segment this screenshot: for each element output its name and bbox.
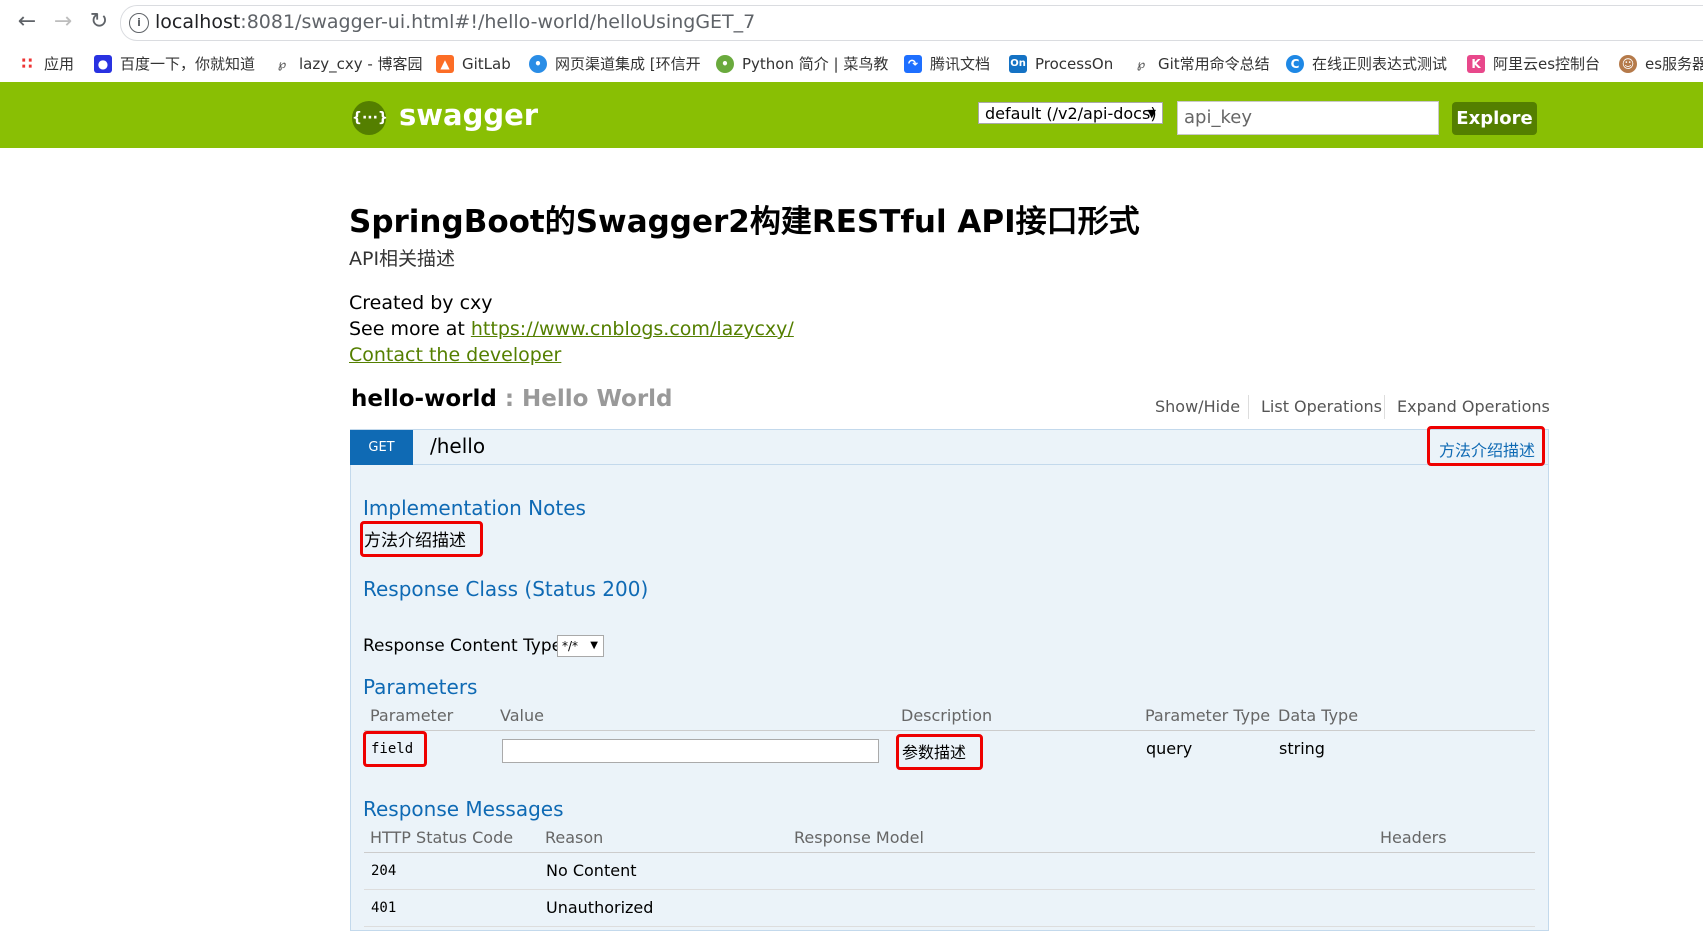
swagger-logo-text[interactable]: swagger	[399, 98, 538, 132]
explore-button[interactable]: Explore	[1452, 102, 1537, 135]
highlight-box	[1427, 426, 1545, 466]
param-header-description: Description	[901, 706, 993, 725]
response-header-reason: Reason	[545, 828, 604, 847]
bookmark-processon[interactable]: On ProcessOn	[1009, 54, 1113, 74]
bookmark-regex[interactable]: C 在线正则表达式测试	[1286, 54, 1447, 74]
implementation-notes-heading: Implementation Notes	[363, 496, 586, 520]
response-header-status-code: HTTP Status Code	[370, 828, 514, 847]
regex-tool-icon: C	[1286, 55, 1304, 73]
bookmark-cnblogs[interactable]: ℘ lazy_cxy - 博客园	[273, 54, 423, 74]
bookmark-huanxin[interactable]: • 网页渠道集成 [环信开	[529, 54, 701, 74]
info-icon[interactable]: i	[129, 13, 149, 33]
bookmarks-bar: ∷ 应用 ● 百度一下，你就知道 ℘ lazy_cxy - 博客园 ▲ GitLab •…	[0, 44, 1703, 83]
back-icon[interactable]: ←	[12, 8, 42, 36]
runoob-icon: •	[716, 55, 734, 73]
see-more: See more at https://www.cnblogs.com/lazy…	[349, 318, 794, 340]
show-hide-link[interactable]: Show/Hide	[1155, 397, 1240, 416]
divider	[364, 730, 1535, 731]
dropdown-arrow-icon: ▼	[1147, 107, 1156, 120]
created-by: Created by cxy	[349, 292, 493, 314]
divider	[1384, 395, 1385, 419]
reload-icon[interactable]: ↻	[84, 8, 114, 36]
response-header-model: Response Model	[794, 828, 924, 847]
swagger-logo-icon[interactable]: {···}	[352, 101, 388, 135]
resource-description: Hello World	[522, 386, 673, 412]
browser-toolbar: ← → ↻ i localhost:8081/swagger-ui.html#!…	[0, 0, 1703, 45]
api-key-input[interactable]: api_key	[1177, 101, 1439, 135]
api-description: API相关描述	[349, 248, 456, 270]
globe-icon: •	[529, 55, 547, 73]
divider	[1248, 395, 1249, 419]
http-method-badge[interactable]: GET	[350, 430, 413, 465]
bookmark-apps[interactable]: ∷ 应用	[18, 54, 74, 74]
operation-heading[interactable]	[350, 429, 1549, 465]
response-header-headers: Headers	[1380, 828, 1447, 847]
response-content-type-label: Response Content Type	[363, 636, 563, 656]
address-bar[interactable]: i localhost:8081/swagger-ui.html#!/hello…	[120, 5, 1703, 41]
spec-select[interactable]: default (/v2/api-docs) ▼	[978, 102, 1163, 124]
contact-developer-link[interactable]: Contact the developer	[349, 344, 561, 366]
param-header-parameter: Parameter	[370, 706, 454, 725]
divider	[364, 852, 1535, 853]
swagger-header: {···} swagger default (/v2/api-docs) ▼ ap…	[0, 82, 1703, 148]
processon-icon: On	[1009, 55, 1027, 73]
avatar-icon: ☺	[1619, 55, 1637, 73]
response-content-type-select[interactable]: */* ▼	[557, 635, 604, 657]
param-data-type: string	[1279, 739, 1325, 758]
highlight-box	[896, 734, 983, 770]
response-code: 204	[371, 863, 397, 879]
kibana-icon: K	[1467, 55, 1485, 73]
page-title: SpringBoot的Swagger2构建RESTful API接口形式	[349, 204, 1140, 240]
forward-icon[interactable]: →	[48, 8, 78, 36]
bookmark-es-server[interactable]: ☺ es服务器	[1619, 54, 1703, 74]
cnblogs-icon: ℘	[277, 57, 287, 71]
param-header-data-type: Data Type	[1278, 706, 1359, 725]
resource-heading[interactable]: hello-world : Hello World	[351, 386, 673, 412]
highlight-box	[360, 521, 483, 557]
tencent-docs-icon: ↷	[904, 55, 922, 73]
param-type: query	[1146, 739, 1193, 758]
bookmark-git-commands[interactable]: ℘ Git常用命令总结	[1132, 54, 1270, 74]
response-class-heading: Response Class (Status 200)	[363, 577, 649, 601]
bookmark-aliyun-es[interactable]: K 阿里云es控制台	[1467, 54, 1600, 74]
bookmark-gitlab[interactable]: ▲ GitLab	[436, 54, 511, 74]
gitlab-fox-icon: ▲	[436, 55, 454, 73]
baidu-paw-icon: ●	[94, 55, 112, 73]
param-header-value: Value	[500, 706, 544, 725]
response-reason: Unauthorized	[546, 898, 654, 917]
bookmark-runoob[interactable]: • Python 简介 | 菜鸟教	[716, 54, 888, 74]
bookmark-tencent-docs[interactable]: ↷ 腾讯文档	[904, 54, 990, 74]
dropdown-arrow-icon: ▼	[590, 640, 598, 651]
see-more-link[interactable]: https://www.cnblogs.com/lazycxy/	[471, 318, 794, 340]
divider	[364, 926, 1535, 927]
bookmark-baidu[interactable]: ● 百度一下，你就知道	[94, 54, 255, 74]
response-code: 401	[371, 900, 397, 916]
cnblogs-icon: ℘	[1136, 57, 1146, 71]
apps-grid-icon: ∷	[21, 54, 33, 73]
highlight-box	[363, 731, 427, 767]
list-operations-link[interactable]: List Operations	[1261, 397, 1382, 416]
operation-path[interactable]: /hello	[430, 434, 485, 458]
parameters-heading: Parameters	[363, 675, 478, 699]
response-messages-heading: Response Messages	[363, 797, 564, 821]
divider	[364, 889, 1535, 890]
url-text[interactable]: localhost:8081/swagger-ui.html#!/hello-w…	[155, 11, 755, 33]
expand-operations-link[interactable]: Expand Operations	[1397, 397, 1550, 416]
param-header-parameter-type: Parameter Type	[1145, 706, 1271, 725]
param-field-input[interactable]	[502, 739, 879, 763]
response-reason: No Content	[546, 861, 637, 880]
